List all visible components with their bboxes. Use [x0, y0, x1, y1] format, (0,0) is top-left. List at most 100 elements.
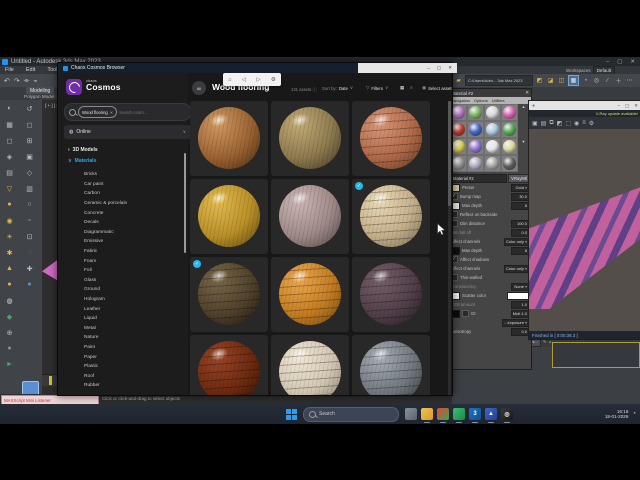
checkbox[interactable]	[462, 310, 469, 317]
material-editor-titlebar[interactable]: Material #2 ✕	[449, 89, 531, 97]
parameter-value[interactable]: 0.0	[511, 327, 529, 336]
filters-dropdown[interactable]: ▽ Filters ∨	[366, 85, 388, 91]
parameter-value[interactable]: Mult 1.0	[510, 309, 529, 318]
maximize-icon[interactable]: ▢	[437, 65, 441, 71]
material-sample-slot[interactable]	[484, 138, 501, 155]
tool-icon[interactable]: ▤	[2, 166, 17, 179]
tool-icon[interactable]: ⊞	[22, 134, 37, 147]
tool-icon[interactable]: ✱	[2, 246, 17, 259]
minimize-icon[interactable]: –	[606, 59, 609, 65]
minimize-icon[interactable]: –	[427, 66, 430, 71]
nav-icon[interactable]: ▷	[256, 77, 260, 83]
material-sample-slot[interactable]	[484, 104, 501, 121]
material-sample-slot[interactable]	[501, 104, 518, 121]
close-icon[interactable]: ✕	[448, 65, 452, 71]
vfb-tool-icon[interactable]: ▤	[541, 120, 547, 127]
close-icon[interactable]: ✕	[525, 90, 529, 96]
material-sample-slot[interactable]	[501, 121, 518, 138]
vray-update-banner[interactable]: V-Ray update available!	[529, 110, 640, 117]
vfb-tool-icon[interactable]: ⧉	[549, 120, 553, 127]
asset-tile[interactable]	[271, 257, 349, 332]
category-item[interactable]: Diagrammatic	[84, 228, 184, 238]
vfb-tool-icon[interactable]: ≡	[582, 120, 586, 126]
tool-icon[interactable]: ●	[22, 278, 37, 291]
category-item[interactable]: Fabric	[84, 247, 184, 257]
tool-icon[interactable]: ☀	[2, 230, 17, 243]
parameter-value[interactable]: Gold	[511, 183, 529, 192]
parameter-value[interactable]: 8	[511, 201, 529, 210]
asset-tile[interactable]	[190, 179, 268, 254]
asset-tile[interactable]	[352, 179, 430, 254]
tool-icon[interactable]: ▫	[22, 214, 37, 227]
tool-icon[interactable]: ⊡	[22, 230, 37, 243]
category-item[interactable]: Paper	[84, 352, 184, 362]
ribbon-subtitle[interactable]: Polygon Model	[24, 94, 54, 99]
search-input[interactable]: Wood flooring ✕ Search cosm...	[64, 103, 191, 121]
parameter-value[interactable]: Color only	[503, 264, 529, 273]
maximize-icon[interactable]: ▢	[625, 103, 629, 109]
vfb-tool-icon[interactable]: ▣	[532, 120, 538, 127]
tool-icon[interactable]: ▲	[2, 262, 17, 275]
taskbar-app-icon[interactable]	[421, 408, 433, 423]
folder-icon[interactable]: ▰	[454, 76, 463, 85]
asset-tile[interactable]	[271, 179, 349, 254]
asset-tile[interactable]	[271, 335, 349, 395]
category-item[interactable]: Glass	[84, 276, 184, 286]
taskbar-app-icon[interactable]	[453, 408, 465, 423]
tool-icon[interactable]: ⊕	[2, 326, 17, 339]
parameter-value[interactable]: None	[511, 282, 529, 291]
minimize-icon[interactable]: –	[617, 103, 620, 109]
parameter-value[interactable]: 0.0	[511, 228, 529, 237]
project-path-dropdown[interactable]: C:\Users\Adm... 3ds Max 2023	[465, 75, 533, 86]
maximize-icon[interactable]: ▢	[617, 59, 622, 65]
category-item[interactable]: Bricks	[84, 170, 184, 180]
parameter-value[interactable]: 8	[511, 246, 529, 255]
material-sample-slot[interactable]	[501, 138, 518, 155]
more-icon[interactable]: ⋯	[625, 76, 634, 85]
tool-icon[interactable]: ◉	[2, 214, 17, 227]
asset-tile[interactable]	[352, 335, 430, 395]
asset-tile[interactable]	[190, 335, 268, 395]
category-item[interactable]: Metal	[84, 324, 184, 334]
material-name-dropdown[interactable]: Material #2	[450, 174, 508, 183]
asset-tile[interactable]	[271, 101, 349, 176]
material-sample-slot[interactable]	[501, 155, 518, 172]
category-item[interactable]: Ceramic & porcelain	[84, 199, 184, 209]
parameter-value[interactable]: 100.0	[511, 219, 529, 228]
render-setup-icon[interactable]: ◩	[535, 76, 544, 85]
sidebar-scrollbar[interactable]	[184, 153, 186, 253]
taskbar-app-icon[interactable]	[437, 408, 449, 423]
vfb-titlebar[interactable]: ● – ▢ ✕	[529, 101, 640, 110]
toolbar-icon[interactable]: ↷	[14, 77, 20, 85]
parameter-value[interactable]	[507, 291, 529, 300]
nav-icon[interactable]: ◁	[242, 77, 246, 83]
category-item[interactable]: Ground	[84, 285, 184, 295]
notification-bell-icon[interactable]: ◔	[632, 411, 636, 417]
time-slider-thumb[interactable]	[49, 376, 52, 385]
category-item[interactable]: Foam	[84, 256, 184, 266]
taskbar-app-icon[interactable]	[405, 408, 417, 420]
chip-close-icon[interactable]: ✕	[110, 110, 113, 115]
asset-tile[interactable]	[352, 257, 430, 332]
category-item[interactable]: Foil	[84, 266, 184, 276]
material-type-button[interactable]: VRayMtl	[508, 174, 530, 183]
material-sample-slot[interactable]	[484, 155, 501, 172]
sort-dropdown[interactable]: Sort by: Date ∨	[322, 85, 353, 91]
list-view-button[interactable]: ≡	[410, 85, 413, 90]
category-item[interactable]: Emissive	[84, 237, 184, 247]
taskbar-app-icon[interactable]: ▲	[485, 408, 497, 423]
clock[interactable]: 16:18 18-01-2026	[605, 409, 629, 420]
tool-icon[interactable]: ▦	[2, 118, 17, 131]
nav-icon[interactable]: ⌂	[228, 77, 231, 83]
online-dropdown[interactable]: ◍ Online ∨	[64, 125, 191, 139]
tool-icon[interactable]: ✚	[22, 262, 37, 275]
tool-icon[interactable]: ○	[22, 198, 37, 211]
layer-explorer-icon[interactable]: ◎	[592, 76, 601, 85]
info-icon[interactable]: ⓘ	[312, 87, 316, 92]
start-button[interactable]	[286, 408, 297, 420]
material-sample-slot[interactable]	[484, 121, 501, 138]
asset-tile[interactable]	[190, 101, 268, 176]
menu-item[interactable]: Edit	[26, 67, 35, 73]
curve-editor-icon[interactable]: ◔	[581, 76, 590, 85]
taskbar-app-icon[interactable]: 3	[469, 408, 481, 423]
